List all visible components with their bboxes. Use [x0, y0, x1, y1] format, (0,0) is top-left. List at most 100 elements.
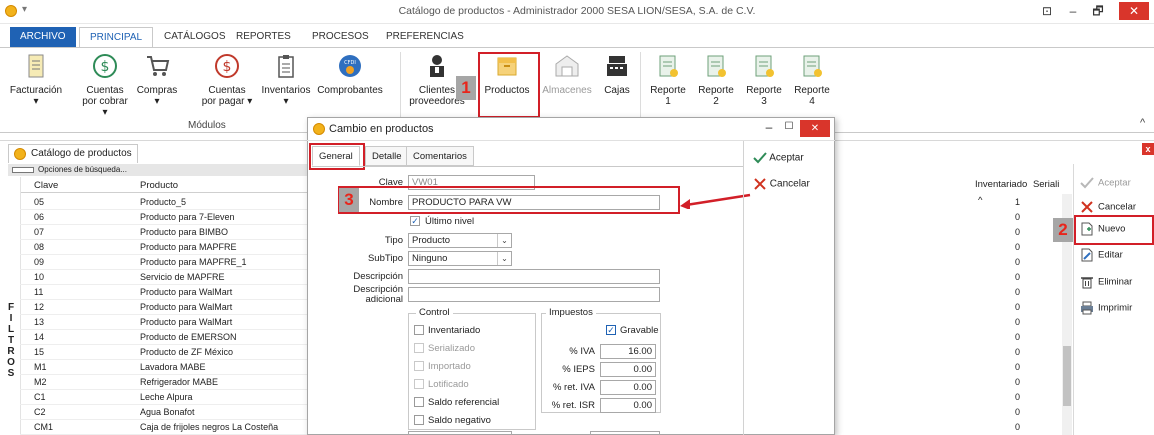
tax-field[interactable]: 0.00	[600, 380, 656, 395]
column-inventariado[interactable]: Inventariado	[975, 179, 1027, 190]
dialog-maximize-button[interactable]: ☐	[779, 121, 799, 132]
reporte-1-button[interactable]: Reporte 1	[646, 53, 690, 107]
close-document-icon[interactable]: x	[1142, 143, 1154, 155]
control-checkbox-label: Lotificado	[428, 379, 469, 390]
dialog-minimize-button[interactable]: –	[759, 120, 779, 134]
dialog-close-button[interactable]: ✕	[800, 120, 830, 137]
bottom-field-partial[interactable]	[590, 431, 660, 435]
gravable-checkbox[interactable]: ✓	[606, 325, 616, 335]
control-checkbox[interactable]	[414, 415, 424, 425]
table-row[interactable]: CM1 Caja de frijoles negros La Costeña	[20, 420, 310, 435]
highlight-nuevo	[1074, 215, 1154, 245]
column-seriali[interactable]: Seriali	[1033, 179, 1059, 190]
tab-principal[interactable]: PRINCIPAL	[79, 27, 154, 48]
highlight-productos	[478, 52, 540, 118]
tab-content-border	[312, 166, 743, 167]
row-producto: Lavadora MABE	[140, 362, 206, 372]
table-row[interactable]: M1 Lavadora MABE	[20, 360, 310, 375]
minimize-button[interactable]: –	[1062, 2, 1084, 20]
comprobantes-button[interactable]: CFDI Comprobantes	[316, 53, 384, 96]
control-checkbox[interactable]	[414, 361, 424, 371]
table-row[interactable]: 15 Producto de ZF México	[20, 345, 310, 360]
row-inventariado: 0	[1014, 317, 1020, 327]
tab-procesos[interactable]: PROCESOS	[302, 27, 379, 47]
almacenes-button[interactable]: Almacenes	[540, 53, 594, 96]
table-row[interactable]: 07 Producto para BIMBO	[20, 225, 310, 240]
control-checkbox[interactable]	[414, 379, 424, 389]
tipo-select[interactable]: Producto ⌄	[408, 233, 512, 248]
reporte-4-button[interactable]: Reporte 4	[790, 53, 834, 107]
subtipo-select[interactable]: Ninguno ⌄	[408, 251, 512, 266]
compras-button[interactable]: Compras ▾	[134, 53, 180, 107]
control-checkbox[interactable]	[414, 343, 424, 353]
table-row[interactable]: 13 Producto para WalMart	[20, 315, 310, 330]
callout-2: 2	[1053, 218, 1073, 242]
filter-letter: I	[9, 313, 13, 324]
tax-field[interactable]: 16.00	[600, 344, 656, 359]
tax-field[interactable]: 0.00	[600, 362, 656, 377]
eliminar-action[interactable]: Eliminar	[1080, 275, 1132, 290]
facturacion-button[interactable]: Facturación ▾	[8, 53, 64, 107]
chevron-down-icon: ⌄	[497, 252, 511, 265]
table-row[interactable]: 09 Producto para MAPFRE_1	[20, 255, 310, 270]
table-row[interactable]: 05 Producto_5	[20, 195, 310, 210]
close-window-button[interactable]: ✕	[1119, 2, 1149, 20]
row-producto: Producto para WalMart	[140, 317, 233, 327]
cajas-button[interactable]: Cajas	[600, 53, 634, 96]
inventarios-button[interactable]: Inventarios ▾	[258, 53, 314, 107]
filter-toggle-icon[interactable]	[12, 166, 34, 173]
table-row[interactable]: 14 Producto de EMERSON	[20, 330, 310, 345]
cuentas-por-cobrar-button[interactable]: $ Cuentas por cobrar ▾	[80, 53, 130, 118]
search-options-bar[interactable]: Opciones de búsqueda...	[8, 164, 310, 176]
tax-label: % IEPS	[562, 364, 595, 375]
control-checkbox[interactable]	[414, 397, 424, 407]
scroll-thumb[interactable]	[1063, 346, 1071, 406]
table-row[interactable]: 12 Producto para WalMart	[20, 300, 310, 315]
imprimir-action[interactable]: Imprimir	[1080, 301, 1132, 316]
table-row[interactable]: 11 Producto para WalMart	[20, 285, 310, 300]
tax-field[interactable]: 0.00	[600, 398, 656, 413]
svg-text:CFDI: CFDI	[344, 60, 356, 66]
cuentas-por-pagar-button[interactable]: $ Cuentas por pagar ▾	[200, 53, 254, 107]
descripcion-adicional-field[interactable]	[408, 287, 660, 302]
aceptar-action[interactable]: Aceptar	[1080, 176, 1131, 191]
row-clave: CM1	[34, 422, 54, 432]
control-checkbox[interactable]	[414, 325, 424, 335]
restore-button[interactable]: 🗗	[1087, 2, 1109, 20]
table-row[interactable]: C1 Leche Alpura	[20, 390, 310, 405]
tipo-label: Tipo	[384, 235, 403, 246]
sort-icon[interactable]: ^	[978, 195, 982, 206]
row-inventariado: 0	[1014, 407, 1020, 417]
table-row[interactable]: M2 Refrigerador MABE	[20, 375, 310, 390]
table-row[interactable]: 06 Producto para 7-Eleven	[20, 210, 310, 225]
column-clave[interactable]: Clave	[34, 180, 58, 191]
dialog-tab-detalle[interactable]: Detalle	[365, 146, 409, 166]
row-producto: Agua Bonafot	[140, 407, 195, 417]
cancelar-action[interactable]: Cancelar	[1080, 200, 1136, 215]
tab-preferencias[interactable]: PREFERENCIAS	[376, 27, 474, 47]
dialog-cancelar-button[interactable]: Cancelar	[753, 178, 810, 190]
table-row[interactable]: C2 Agua Bonafot	[20, 405, 310, 420]
ribbon-display-icon[interactable]: ⊡	[1036, 2, 1058, 20]
side-filters-tab[interactable]: F I L T R O S	[6, 302, 16, 379]
ultimo-nivel-checkbox[interactable]: ✓	[410, 216, 420, 226]
column-producto[interactable]: Producto	[140, 180, 178, 191]
table-row[interactable]: 10 Servicio de MAPFRE	[20, 270, 310, 285]
bottom-select-partial[interactable]	[408, 431, 512, 435]
reporte-3-button[interactable]: Reporte 3	[742, 53, 786, 107]
dialog-actions-separator	[743, 141, 744, 435]
reporte-2-button[interactable]: Reporte 2	[694, 53, 738, 107]
editar-action[interactable]: Editar	[1080, 248, 1123, 263]
tab-reportes[interactable]: REPORTES	[226, 27, 301, 47]
tab-archivo[interactable]: ARCHIVO	[10, 27, 76, 47]
dialog-aceptar-button[interactable]: Aceptar	[753, 152, 804, 164]
edit-icon	[1081, 248, 1093, 262]
document-tab[interactable]: Catálogo de productos ✕	[8, 144, 138, 177]
dialog-tab-comentarios[interactable]: Comentarios	[406, 146, 474, 166]
control-checkbox-label: Inventariado	[428, 325, 481, 336]
collapse-ribbon-icon[interactable]: ^	[1140, 117, 1145, 129]
tab-catalogos[interactable]: CATÁLOGOS	[154, 27, 236, 47]
table-row[interactable]: 08 Producto para MAPFRE	[20, 240, 310, 255]
control-group-title: Control	[416, 307, 453, 318]
descripcion-field[interactable]	[408, 269, 660, 284]
